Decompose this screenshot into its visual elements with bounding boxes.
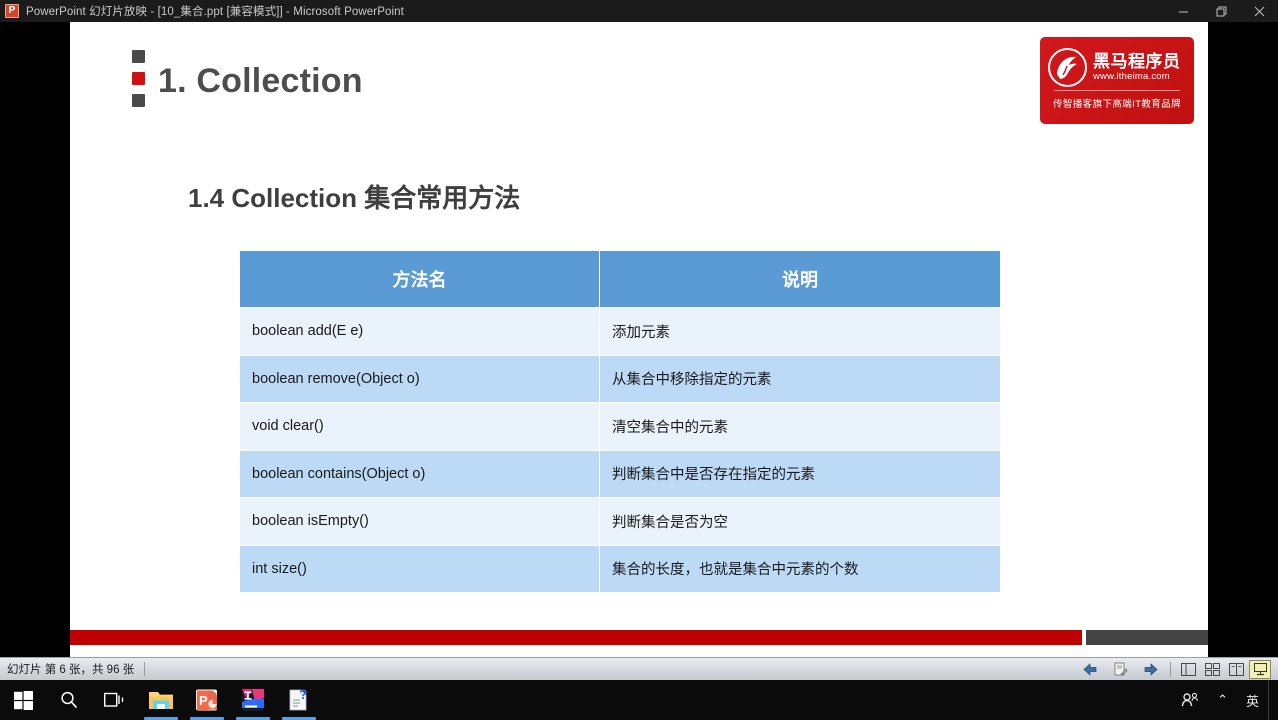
cell-method: boolean add(E e)	[239, 307, 600, 356]
status-bar: 幻灯片 第 6 张，共 96 张	[0, 657, 1278, 680]
status-divider	[1170, 661, 1171, 677]
people-icon	[1181, 692, 1199, 707]
powerpoint-button[interactable]: P	[184, 680, 230, 720]
cell-method: boolean contains(Object o)	[239, 449, 600, 498]
file-explorer-button[interactable]	[138, 680, 184, 720]
title-decoration-icon	[132, 50, 145, 118]
itheima-logo: 黑马程序员 www.itheima.com 传智播客旗下高端IT教育品牌	[1040, 37, 1194, 124]
show-desktop-button[interactable]	[1268, 680, 1274, 720]
logo-tagline: 传智播客旗下高端IT教育品牌	[1052, 99, 1182, 110]
cell-method: boolean isEmpty()	[239, 497, 600, 546]
horse-head-icon	[1048, 48, 1087, 87]
table-header-row: 方法名 说明	[239, 250, 1001, 308]
slide-footer-accent-bar	[70, 630, 1082, 645]
help-document-button[interactable]: ?	[276, 680, 322, 720]
cell-method: int size()	[239, 544, 600, 593]
cell-method: void clear()	[239, 402, 600, 451]
search-icon	[61, 691, 78, 709]
cell-description: 从集合中移除指定的元素	[599, 354, 1001, 403]
people-button[interactable]	[1172, 680, 1208, 720]
start-button[interactable]	[0, 680, 46, 720]
intellij-idea-button[interactable]	[230, 680, 276, 720]
powerpoint-icon: P	[196, 689, 217, 711]
previous-slide-button[interactable]	[1075, 659, 1105, 679]
svg-text:?: ?	[299, 688, 308, 702]
restore-icon[interactable]	[1202, 0, 1240, 22]
table-row: boolean remove(Object o) 从集合中移除指定的元素	[239, 354, 1001, 403]
next-slide-button[interactable]	[1135, 659, 1165, 679]
slide-canvas[interactable]: 1. Collection 黑马程序员 www.itheima.com 传智播客…	[70, 22, 1208, 657]
cell-description: 清空集合中的元素	[599, 402, 1001, 451]
cell-description: 判断集合中是否存在指定的元素	[599, 449, 1001, 498]
page-title: 1. Collection	[158, 62, 363, 100]
task-view-icon	[104, 692, 124, 707]
task-view-button[interactable]	[92, 680, 138, 720]
help-document-icon: ?	[289, 688, 308, 711]
slide-show-button[interactable]	[1249, 659, 1271, 679]
pointer-options-button[interactable]	[1105, 659, 1135, 679]
minimize-icon[interactable]	[1164, 0, 1202, 22]
column-header-method: 方法名	[239, 250, 600, 308]
methods-table: 方法名 说明 boolean add(E e) 添加元素 boolean rem…	[239, 250, 1001, 593]
logo-brand-text: 黑马程序员	[1093, 52, 1181, 71]
column-header-description: 说明	[599, 250, 1001, 308]
svg-text:P: P	[199, 693, 208, 708]
logo-url-text: www.itheima.com	[1093, 71, 1170, 82]
close-icon[interactable]	[1240, 0, 1278, 22]
slide-counter-label: 幻灯片 第 6 张，共 96 张	[7, 664, 135, 676]
table-row: int size() 集合的长度，也就是集合中元素的个数	[239, 544, 1001, 593]
window-titlebar: P PowerPoint 幻灯片放映 - [10_集合.ppt [兼容模式]] …	[0, 0, 1278, 22]
status-divider	[144, 662, 146, 676]
intellij-idea-icon	[242, 689, 264, 711]
table-row: boolean add(E e) 添加元素	[239, 307, 1001, 356]
window-title: PowerPoint 幻灯片放映 - [10_集合.ppt [兼容模式]] - …	[26, 6, 404, 18]
cell-description: 判断集合是否为空	[599, 497, 1001, 546]
normal-view-button[interactable]	[1177, 660, 1199, 679]
show-hidden-icons-button[interactable]: ⌃	[1208, 680, 1237, 720]
table-row: boolean contains(Object o) 判断集合中是否存在指定的元…	[239, 449, 1001, 498]
cell-description: 添加元素	[599, 307, 1001, 356]
status-bar-right-group	[1075, 659, 1278, 679]
slideshow-stage[interactable]: 1. Collection 黑马程序员 www.itheima.com 传智播客…	[0, 22, 1278, 657]
reading-view-button[interactable]	[1225, 660, 1247, 679]
cell-method: boolean remove(Object o)	[239, 354, 600, 403]
slide-footer-secondary-bar	[1086, 630, 1208, 645]
slide-sorter-button[interactable]	[1201, 660, 1223, 679]
logo-divider	[1054, 90, 1180, 91]
windows-logo-icon	[13, 690, 33, 710]
table-row: void clear() 清空集合中的元素	[239, 402, 1001, 451]
ime-indicator[interactable]: 英	[1237, 680, 1268, 720]
system-tray: ⌃ 英	[1172, 680, 1278, 720]
cell-description: 集合的长度，也就是集合中元素的个数	[599, 544, 1001, 593]
search-button[interactable]	[46, 680, 92, 720]
table-row: boolean isEmpty() 判断集合是否为空	[239, 497, 1001, 546]
folder-icon	[149, 692, 173, 709]
powerpoint-icon: P	[5, 4, 19, 18]
window-controls	[1164, 0, 1278, 22]
windows-taskbar: P ? ⌃ 英	[0, 680, 1278, 720]
section-heading: 1.4 Collection 集合常用方法	[188, 183, 521, 213]
